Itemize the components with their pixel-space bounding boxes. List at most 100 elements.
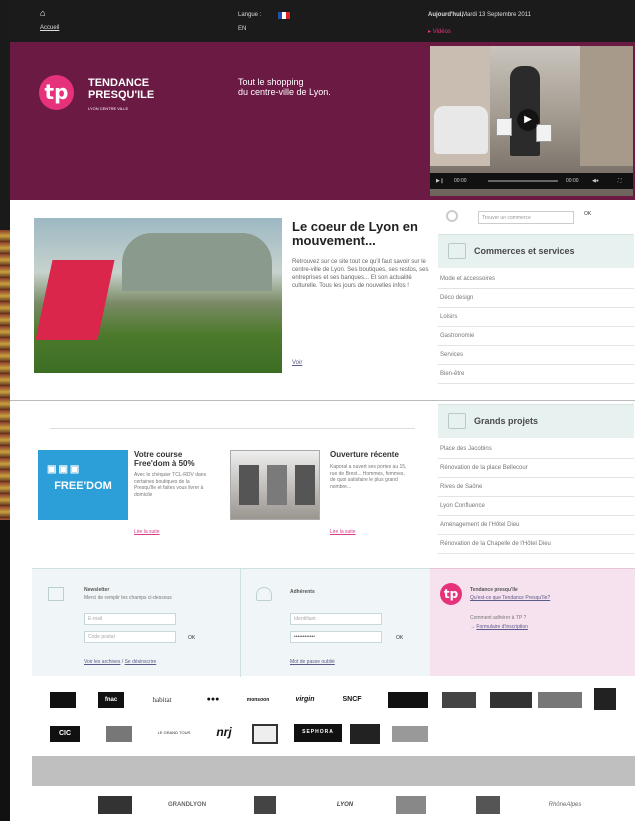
brand-logo[interactable] [350,724,380,744]
feature-photo [34,218,282,373]
brand-logo[interactable] [252,724,278,744]
partner-logo[interactable]: GRANDLYON [162,796,212,814]
brand-logo[interactable]: habitat [140,692,184,708]
video-bag [536,124,552,142]
forgot-password-link[interactable]: Mot de passe oublié [290,659,335,665]
background-artwork-strip [0,230,10,520]
video-time-start: 00:00 [454,178,467,184]
search-ok-button[interactable]: OK [584,211,591,217]
videos-label: Vidéos [432,29,451,35]
tp-about-link[interactable]: Qu'est-ce que Tendance Presqu'île? [470,595,550,601]
feature-section: Le coeur de Lyon en mouvement... Retrouv… [32,200,432,400]
language-en-link[interactable]: EN [238,26,246,32]
language-label: Langue : [238,12,262,18]
videos-tab[interactable]: ▸ Vidéos [428,28,451,35]
login-ok-button[interactable]: OK [396,635,403,641]
projet-item[interactable]: Aménagement de l'Hôtel Dieu [438,516,634,535]
commerces-title: Commerces et services [474,246,575,256]
freedom-promo-image[interactable]: ▣▣▣ FREE'DOM [38,450,128,520]
shop-opening-image[interactable] [230,450,320,520]
feature-title: Le coeur de Lyon en mouvement... [292,219,418,248]
brand-line-2: PRESQU'ILE [88,89,155,101]
commerce-item[interactable]: Services [438,346,634,365]
promo-read-more-link[interactable]: Lire la suite [134,529,160,535]
brand-logo[interactable]: virgin [290,692,320,708]
lock-icon [256,587,272,601]
partner-logo[interactable] [254,796,276,814]
brand-logo[interactable]: nrj [208,724,240,746]
brand-logo[interactable] [594,688,616,710]
play-icon[interactable]: ▶ [517,109,539,131]
partner-logo[interactable] [396,796,426,814]
brand-logo[interactable]: SEPHORA [294,724,342,742]
email-field[interactable]: E-mail [84,613,176,625]
date-text: Mardi 13 Septembre 2011 [462,12,531,18]
tp-logo-icon: tp [440,583,462,605]
flag-fr-icon[interactable] [278,12,290,19]
fullscreen-icon[interactable]: ⛶ [618,173,622,189]
projet-item[interactable]: Rénovation de la Chapelle de l'Hôtel Die… [438,535,634,554]
video-progress-track[interactable] [488,180,558,182]
footer-gray-band [32,756,635,786]
brand-logo[interactable] [392,726,428,742]
commerce-item[interactable]: Bien-être [438,365,634,384]
password-field[interactable]: •••••••••••• [290,631,382,643]
commerce-item[interactable]: Gastronomie [438,327,634,346]
tp-form-link[interactable]: Formulaire d'inscription [476,624,528,630]
tp-box-title: Tendance presqu'île [470,587,518,593]
brand-logo[interactable]: ●●● [196,692,230,708]
video-player[interactable]: ▶ ▶❙ 00:00 00:00 ◀● ⛶ [430,46,633,196]
brand-logo[interactable] [538,692,582,708]
photo-deckchair [35,260,115,340]
promo-divider [50,428,415,429]
brand-logo[interactable]: SNCF [332,692,372,708]
brand-logo[interactable] [490,692,532,708]
freedom-icons: ▣▣▣ [47,464,82,475]
partner-logo[interactable]: LYON [322,796,368,814]
projets-title: Grands projets [474,416,539,426]
feature-more-link[interactable]: Voir [292,360,302,366]
partner-logo[interactable]: RhôneAlpes [540,796,590,814]
promo-read-more-link[interactable]: Lire la suite [330,529,356,535]
projets-header[interactable]: Grands projets [438,404,634,438]
brand-logo[interactable] [388,692,428,708]
brand-logo[interactable] [106,726,132,742]
video-controls: ▶❙ 00:00 00:00 ◀● ⛶ [430,173,633,189]
projet-item[interactable]: Rénovation de la place Bellecour [438,459,634,478]
volume-icon[interactable]: ◀● [592,173,599,189]
brand-logo[interactable] [50,692,76,708]
projets-list: Place des Jacobins Rénovation de la plac… [438,440,634,554]
home-link[interactable]: Accueil [40,25,59,31]
brand-logo[interactable]: fnac [98,692,124,708]
projet-item[interactable]: Place des Jacobins [438,440,634,459]
unsubscribe-link[interactable]: Se désinscrire [125,659,157,665]
page: ⌂ Accueil Langue : EN Aujourd'hui, Mardi… [10,0,635,821]
brand-logo[interactable]: CIC [50,726,80,742]
partner-logo[interactable] [98,796,132,814]
photo-pavilion [122,233,272,291]
newsletter-ok-button[interactable]: OK [188,635,195,641]
commerce-item[interactable]: Loisirs [438,308,634,327]
postal-code-field[interactable]: Code postal [84,631,176,643]
envelope-icon [48,587,64,601]
projet-item[interactable]: Rives de Saône [438,478,634,497]
brand-logo[interactable]: monsoon [238,692,278,708]
login-id-field[interactable]: Identifiant [290,613,382,625]
adherents-title: Adhérents [290,589,315,595]
pause-icon[interactable]: ▶❙ [436,173,444,189]
archives-link[interactable]: Voir les archives [84,659,120,665]
projet-item[interactable]: Lyon Confluence [438,497,634,516]
home-icon[interactable]: ⌂ [40,8,45,18]
shop-search-input[interactable]: Trouver un commerce [478,211,574,224]
newsletter-title: Newsletter [84,587,110,593]
video-bag [496,118,512,136]
feature-body: Retrouvez sur ce site tout ce qu'il faut… [292,259,429,289]
tendance-presquile-logo[interactable]: tp [39,75,74,110]
commerce-item[interactable]: Mode et accessoires [438,270,634,289]
commerce-item[interactable]: Déco design [438,289,634,308]
brand-logo[interactable] [442,692,476,708]
partner-logo[interactable] [476,796,500,814]
commerces-header[interactable]: Commerces et services [438,234,634,268]
video-building-right [580,46,633,166]
brand-logo[interactable]: LE GRAND TOUR [154,724,194,746]
